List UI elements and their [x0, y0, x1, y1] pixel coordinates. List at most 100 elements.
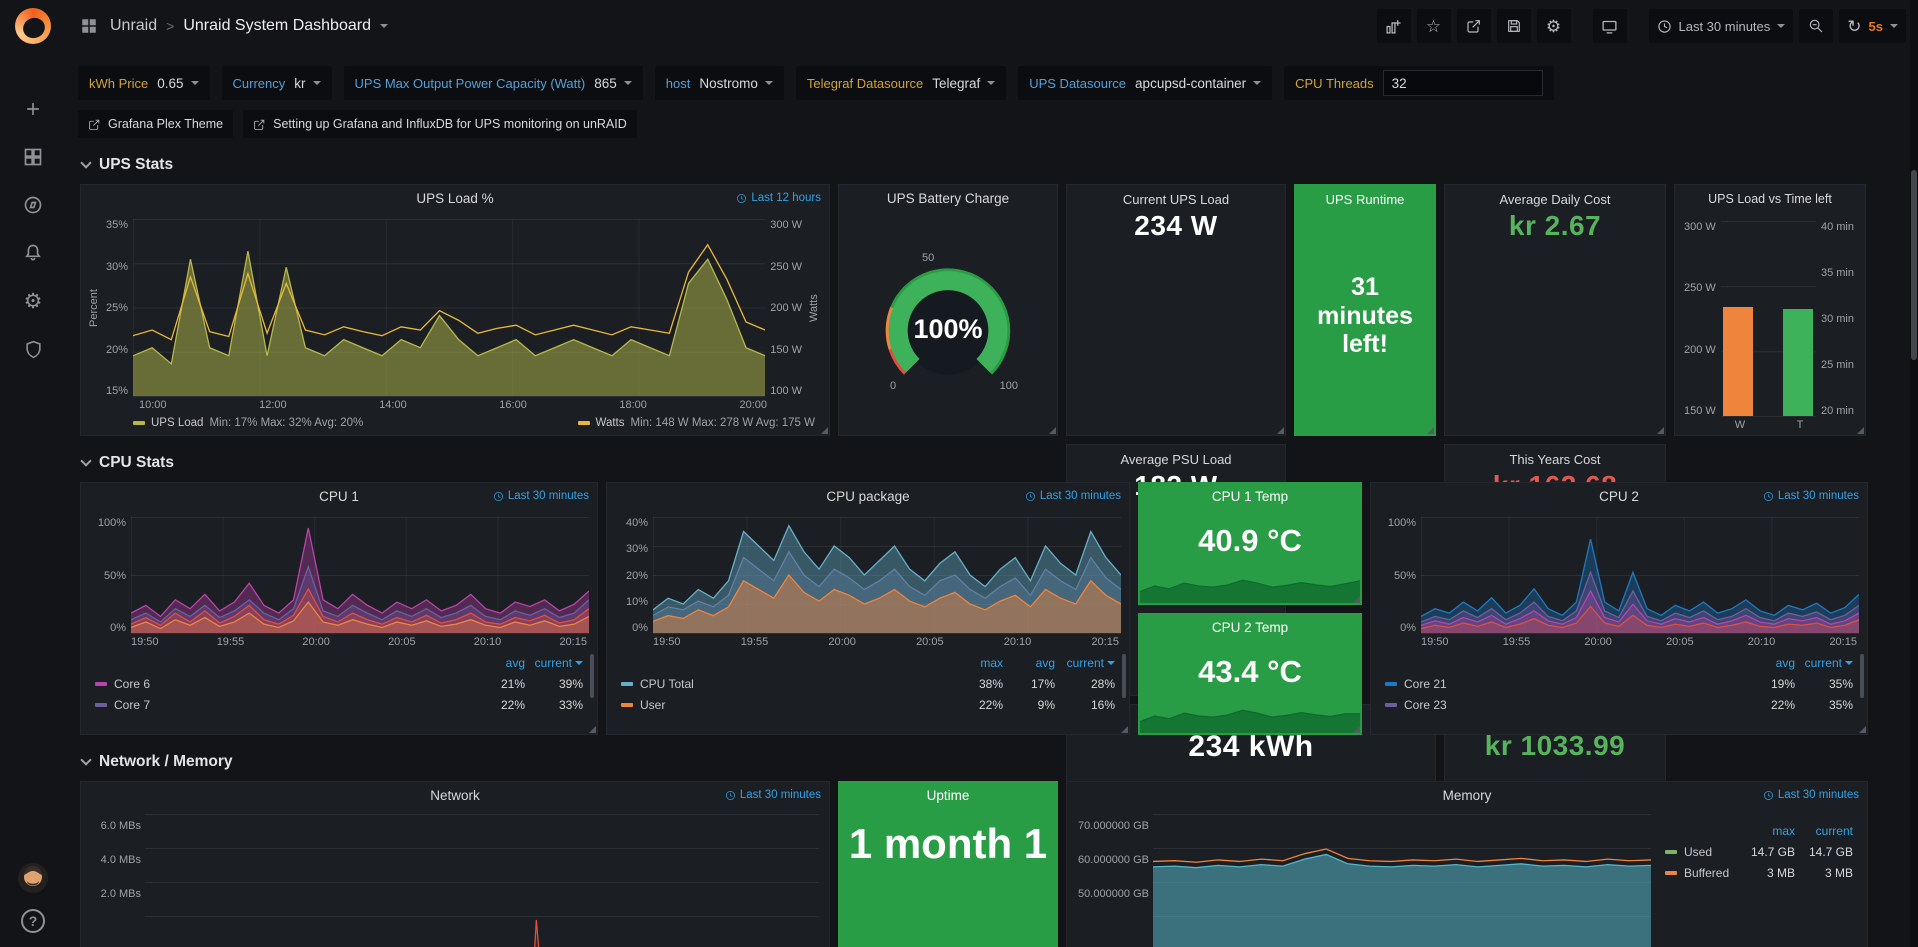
breadcrumb-app[interactable]: Unraid [110, 17, 157, 35]
bar-time-left[interactable] [1783, 309, 1813, 416]
legend-scrollbar[interactable] [1860, 654, 1864, 698]
variable-value[interactable]: 0.65 [157, 76, 183, 91]
time-override-badge[interactable]: Last 30 minutes [1025, 490, 1121, 502]
save-button[interactable] [1497, 9, 1531, 43]
legend-row-core-21[interactable]: Core 21 19% 35% [1385, 673, 1853, 694]
network-chart[interactable]: 6.0 MBs 4.0 MBs 2.0 MBs [145, 814, 819, 947]
panel-title[interactable]: UPS Load % [81, 185, 829, 213]
panel-title[interactable]: UPS Runtime [1295, 192, 1435, 207]
panel-title[interactable]: UPS Battery Charge [839, 185, 1057, 213]
legend-scrollbar[interactable] [590, 654, 594, 698]
panel-title[interactable]: CPU 2 Temp [1139, 614, 1361, 642]
legend-col-current[interactable]: current [1795, 656, 1853, 670]
zoom-out-button[interactable] [1799, 9, 1833, 43]
bar-chart[interactable] [1721, 221, 1816, 417]
create-plus-icon[interactable] [20, 96, 46, 122]
star-button[interactable]: ☆ [1417, 9, 1451, 43]
share-button[interactable] [1457, 9, 1491, 43]
variable-currency[interactable]: Currency kr [222, 66, 332, 100]
dashboards-grid-icon[interactable] [20, 144, 46, 170]
variable-value[interactable]: Telegraf [932, 76, 980, 91]
memory-chart[interactable]: 70.000000 GB 60.000000 GB 50.000000 GB [1153, 814, 1651, 947]
alerting-bell-icon[interactable] [20, 240, 46, 266]
legend-col-max[interactable]: max [951, 656, 1003, 670]
cycle-view-tv-button[interactable] [1593, 9, 1627, 43]
apps-grid-icon[interactable] [78, 13, 100, 39]
legend-col-max[interactable]: max [1737, 824, 1795, 838]
y-tick: 30 min [1821, 313, 1854, 325]
legend-row-core-23[interactable]: Core 23 22% 35% [1385, 694, 1853, 715]
panel-title[interactable]: Current UPS Load [1067, 192, 1285, 207]
dashboard-link-grafana-plex-theme[interactable]: Grafana Plex Theme [78, 110, 233, 138]
legend-row-used[interactable]: Used 14.7 GB 14.7 GB [1665, 841, 1853, 862]
explore-compass-icon[interactable] [20, 192, 46, 218]
variable-ups-datasource[interactable]: UPS Datasource apcupsd-container [1018, 66, 1272, 100]
cpu1-chart[interactable] [131, 517, 589, 634]
legend-scrollbar[interactable] [1122, 654, 1126, 698]
server-admin-shield-icon[interactable] [20, 336, 46, 362]
panel-title[interactable]: Memory [1067, 782, 1867, 810]
legend-row-core-7[interactable]: Core 7 22% 33% [95, 694, 583, 715]
legend-item-ups-load[interactable]: UPS Load Min: 17% Max: 32% Avg: 20% [133, 417, 363, 429]
panel-title[interactable]: CPU 1 Temp [1139, 483, 1361, 511]
time-override-badge[interactable]: Last 30 minutes [725, 789, 821, 801]
x-tick: T [1785, 419, 1815, 435]
legend-col-current[interactable]: current [1055, 656, 1115, 670]
variable-kwh-price[interactable]: kWh Price 0.65 [78, 66, 210, 100]
variable-telegraf-datasource[interactable]: Telegraf Datasource Telegraf [796, 66, 1006, 100]
page-scrollbar[interactable] [1910, 0, 1918, 947]
y-tick: 150 W [1684, 405, 1716, 417]
cpu-threads-input[interactable]: 32 [1383, 70, 1543, 96]
panel-title[interactable]: This Years Cost [1445, 452, 1665, 467]
variable-value[interactable]: 865 [594, 76, 617, 91]
panel-title[interactable]: Average PSU Load [1067, 452, 1285, 467]
refresh-button[interactable]: ↻ 5s [1839, 9, 1906, 43]
dashboard-link-ups-monitoring-guide[interactable]: Setting up Grafana and InfluxDB for UPS … [243, 110, 637, 138]
legend-col-avg[interactable]: avg [467, 656, 525, 670]
panel-title[interactable]: UPS Load vs Time left [1675, 185, 1865, 213]
configuration-gear-icon[interactable]: ⚙ [20, 288, 46, 314]
legend-col-avg[interactable]: avg [1737, 656, 1795, 670]
help-icon[interactable]: ? [21, 909, 45, 933]
bar-watts[interactable] [1723, 307, 1753, 416]
legend-row-user[interactable]: User 22% 9% 16% [621, 694, 1115, 715]
time-override-badge[interactable]: Last 12 hours [736, 192, 821, 204]
legend-row-buffered[interactable]: Buffered 3 MB 3 MB [1665, 862, 1853, 883]
time-override-badge[interactable]: Last 30 minutes [1763, 490, 1859, 502]
legend-row-core-6[interactable]: Core 6 21% 39% [95, 673, 583, 694]
x-tick: 19:55 [741, 636, 769, 650]
legend-col-current[interactable]: current [1795, 824, 1853, 838]
legend-item-watts[interactable]: Watts Min: 148 W Max: 278 W Avg: 175 W [578, 417, 815, 429]
legend-col-current[interactable]: current [525, 656, 583, 670]
variable-value[interactable]: Nostromo [699, 76, 758, 91]
legend-row-cpu-total[interactable]: CPU Total 38% 17% 28% [621, 673, 1115, 694]
variable-ups-max-output[interactable]: UPS Max Output Power Capacity (Watt) 865 [344, 66, 643, 100]
time-override-badge[interactable]: Last 30 minutes [493, 490, 589, 502]
time-override-badge[interactable]: Last 30 minutes [1763, 789, 1859, 801]
clock-icon [725, 790, 736, 801]
chart-legend: UPS Load Min: 17% Max: 32% Avg: 20% Watt… [81, 413, 829, 435]
dashboard-title[interactable]: Unraid System Dashboard [183, 17, 371, 35]
variable-value[interactable]: apcupsd-container [1135, 76, 1246, 91]
variable-host[interactable]: host Nostromo [655, 66, 784, 100]
add-panel-button[interactable] [1377, 9, 1411, 43]
title-caret-down-icon[interactable] [380, 24, 388, 28]
user-avatar[interactable] [18, 863, 48, 893]
grafana-logo[interactable] [15, 8, 51, 44]
panel-title[interactable]: Average Daily Cost [1445, 192, 1665, 207]
variable-value[interactable]: kr [294, 76, 305, 91]
stat-value: 31 minutes left! [1295, 207, 1435, 435]
cpu-package-chart[interactable] [653, 517, 1121, 634]
panel-title[interactable]: Uptime [839, 782, 1057, 810]
cpu2-chart[interactable] [1421, 517, 1859, 634]
panel-title[interactable]: Network [81, 782, 829, 810]
variable-cpu-threads[interactable]: CPU Threads 32 [1284, 66, 1554, 100]
legend-col-avg[interactable]: avg [1003, 656, 1055, 670]
ups-load-chart[interactable] [133, 219, 765, 397]
settings-gear-button[interactable]: ⚙ [1537, 9, 1571, 43]
sidebar-nav: ⚙ [20, 96, 46, 362]
time-range-button[interactable]: Last 30 minutes [1649, 9, 1794, 43]
page-scrollbar-thumb[interactable] [1911, 170, 1917, 360]
gauge-min-label: 0 [890, 380, 896, 392]
section-header-ups-stats[interactable]: UPS Stats [82, 156, 1902, 174]
